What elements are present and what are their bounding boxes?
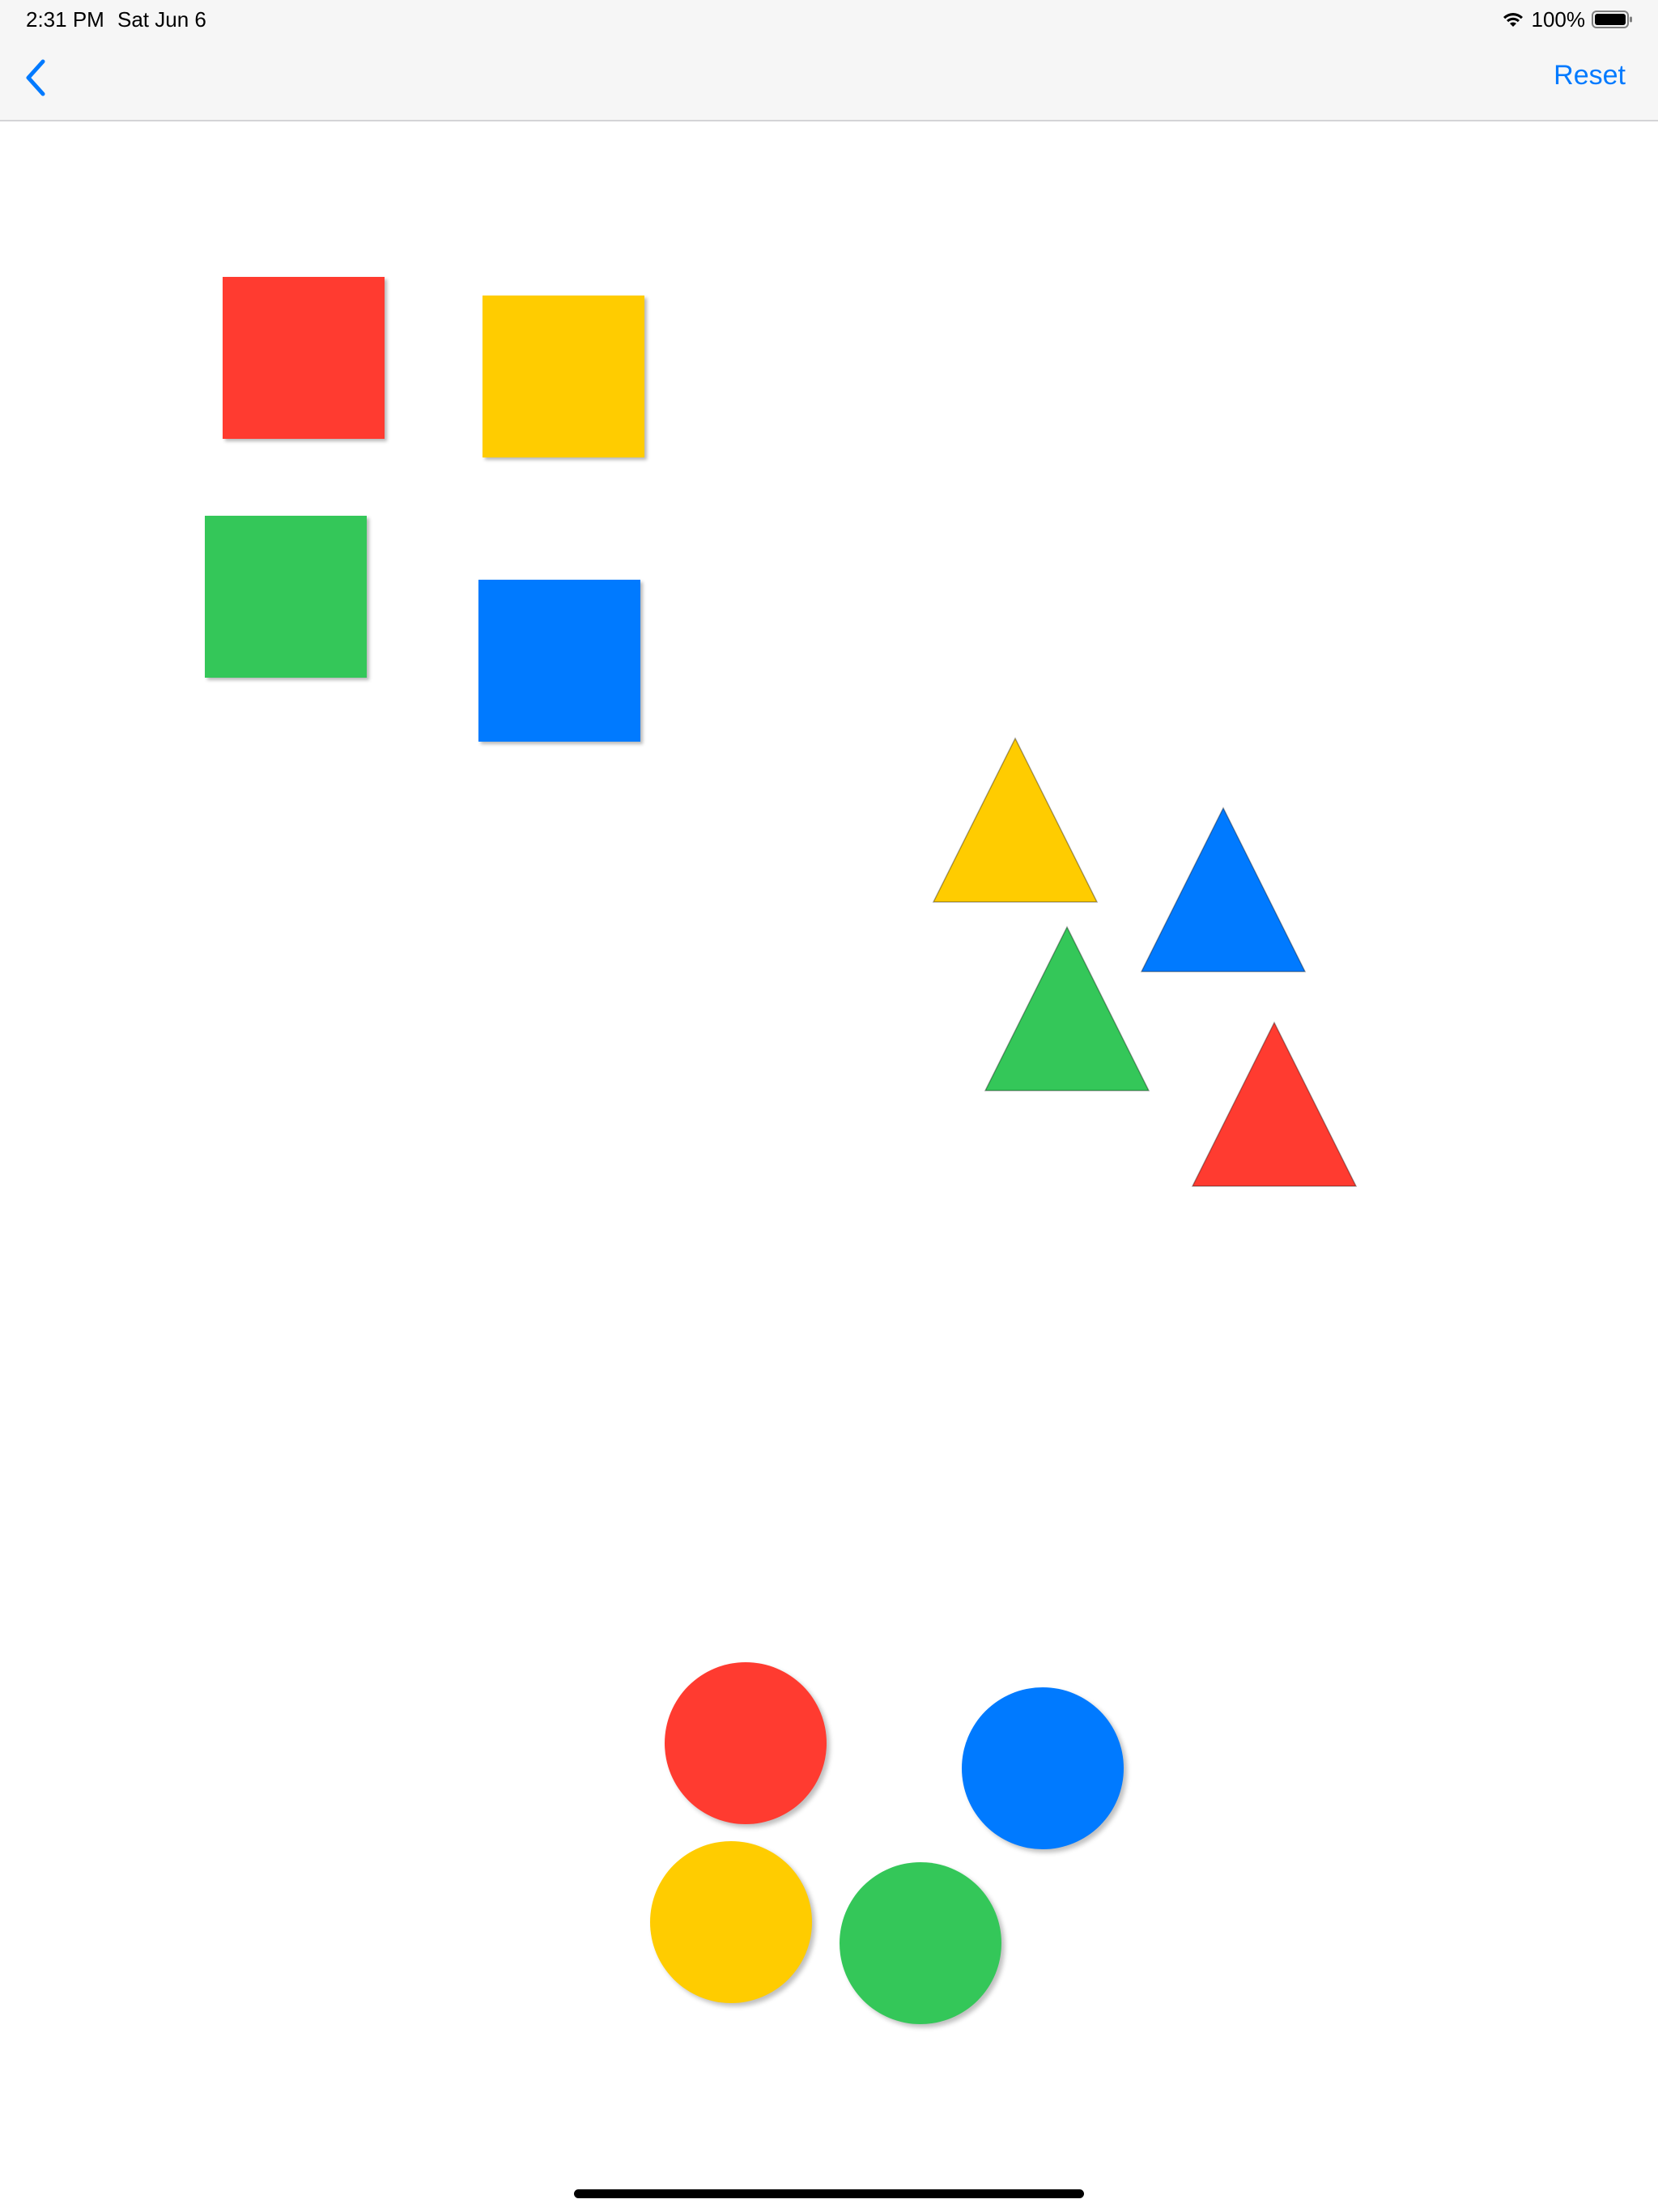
- battery-percentage: 100%: [1531, 6, 1586, 32]
- red-circle[interactable]: [665, 1662, 827, 1824]
- red-triangle[interactable]: [1191, 1021, 1358, 1188]
- reset-button[interactable]: Reset: [1554, 60, 1626, 91]
- chevron-left-icon: [24, 59, 47, 100]
- green-triangle[interactable]: [984, 925, 1150, 1092]
- shapes-canvas: [0, 121, 1658, 2212]
- navigation-bar: Reset: [0, 39, 1658, 121]
- status-bar: 2:31 PM Sat Jun 6 100%: [0, 0, 1658, 39]
- yellow-circle[interactable]: [650, 1841, 812, 2003]
- green-circle[interactable]: [840, 1862, 1001, 2024]
- blue-square[interactable]: [478, 580, 640, 742]
- blue-circle[interactable]: [962, 1687, 1124, 1849]
- green-square[interactable]: [205, 516, 367, 678]
- wifi-icon: [1501, 10, 1525, 29]
- yellow-square[interactable]: [483, 296, 644, 457]
- red-square[interactable]: [223, 277, 385, 439]
- status-time: 2:31 PM: [26, 7, 104, 32]
- battery-icon: [1592, 10, 1634, 29]
- home-indicator[interactable]: [574, 2189, 1084, 2198]
- status-date: Sat Jun 6: [117, 7, 206, 32]
- status-indicators: 100%: [1501, 6, 1635, 32]
- yellow-triangle[interactable]: [932, 737, 1099, 904]
- screen: 2:31 PM Sat Jun 6 100% Reset: [0, 0, 1658, 2212]
- blue-triangle[interactable]: [1140, 806, 1307, 973]
- back-button[interactable]: [13, 55, 58, 104]
